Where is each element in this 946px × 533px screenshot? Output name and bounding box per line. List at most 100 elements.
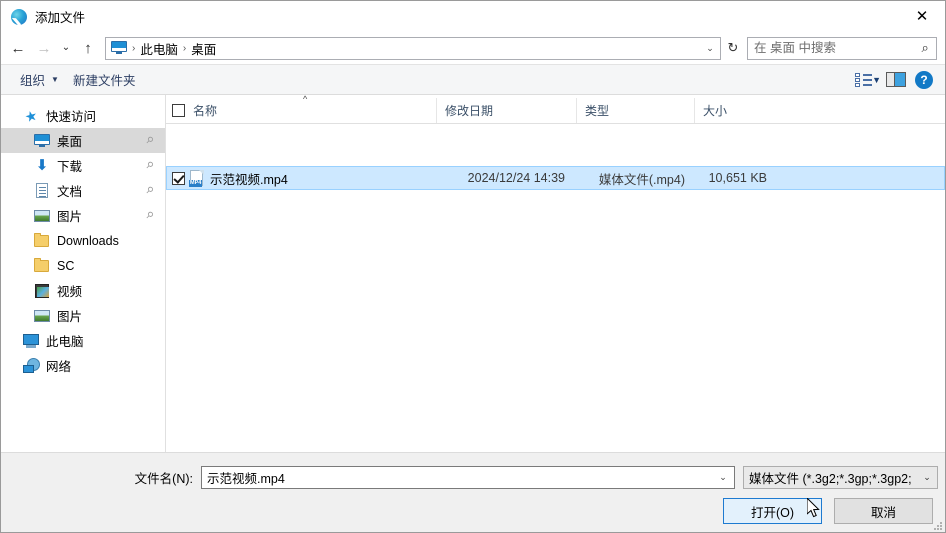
title-bar: 添加文件 ✕ [1, 1, 945, 32]
chevron-down-icon: ⌄ [923, 472, 931, 482]
network-icon [23, 357, 40, 374]
close-icon[interactable]: ✕ [899, 1, 945, 31]
sidebar-item-label: Downloads [57, 233, 119, 248]
help-icon: ? [915, 70, 933, 89]
change-view-button[interactable]: ▼ [855, 69, 881, 91]
command-toolbar: 组织 ▼ 新建文件夹 ▼ ? [1, 64, 945, 95]
organize-button[interactable]: 组织 ▼ [13, 67, 66, 92]
open-button[interactable]: 打开(O) [723, 498, 822, 524]
column-header-type[interactable]: 类型 [576, 98, 694, 123]
sidebar-item-label: 快速访问 [46, 110, 97, 124]
refresh-icon[interactable]: ↻ [721, 37, 745, 60]
up-button[interactable]: ↑ [75, 35, 101, 61]
toolbar-right-group: ▼ ? [855, 69, 937, 91]
file-type-filter-select[interactable]: 媒体文件 (*.3g2;*.3gp;*.3gp2; ⌄ [743, 466, 938, 489]
file-pane: 名称 修改日期 类型 大小 ^ MP4 示范视频.mp4 2024/12/24 14… [166, 95, 945, 452]
navigation-bar: ← → ⌄ ↑ › 此电脑 › 桌面 ⌄ ↻ ⌕ [1, 32, 945, 64]
sidebar-item-1[interactable]: 桌面 ⚲ [1, 128, 165, 153]
sidebar-item-0[interactable]: ★ 快速访问 [1, 103, 165, 128]
file-type-tag: MP4 [189, 179, 203, 187]
chevron-down-icon[interactable]: ⌄ [700, 38, 720, 59]
sidebar-item-6[interactable]: SC [1, 253, 165, 278]
swirl-icon [11, 8, 27, 25]
column-header-size[interactable]: 大小 [694, 98, 774, 123]
cancel-button[interactable]: 取消 [834, 498, 933, 524]
pin-icon[interactable]: ⚲ [143, 209, 156, 221]
file-list: MP4 示范视频.mp4 2024/12/24 14:39 媒体文件(.mp4) 10,… [166, 124, 945, 452]
sidebar-item-9[interactable]: 此电脑 [1, 328, 165, 353]
sidebar-item-5[interactable]: Downloads [1, 228, 165, 253]
back-button[interactable]: ← [5, 35, 31, 61]
pin-icon[interactable]: ⚲ [143, 184, 156, 196]
search-icon[interactable]: ⌕ [914, 40, 936, 56]
sidebar-item-2[interactable]: ⬇ 下载 ⚲ [1, 153, 165, 178]
file-open-dialog: 添加文件 ✕ ← → ⌄ ↑ › 此电脑 › 桌面 ⌄ ↻ ⌕ 组织 ▼ 新建文… [0, 0, 946, 533]
new-folder-button[interactable]: 新建文件夹 [66, 67, 143, 92]
sidebar-item-label: 网络 [46, 360, 72, 374]
pin-icon[interactable]: ⚲ [143, 159, 156, 171]
sidebar-item-label: 视频 [57, 285, 83, 299]
sidebar-item-label: 文档 [57, 185, 83, 199]
sort-ascending-icon: ^ [303, 94, 308, 104]
chevron-down-icon: ▼ [872, 74, 881, 85]
forward-button: → [36, 39, 52, 57]
column-header-name[interactable]: 名称 [166, 98, 436, 123]
video-icon [34, 283, 50, 299]
sidebar-item-3[interactable]: 文档 ⚲ [1, 178, 165, 203]
folder-icon [34, 257, 50, 274]
mp4-file-icon: MP4 [189, 169, 205, 187]
chevron-down-icon: ▼ [51, 75, 59, 84]
address-bar[interactable]: › 此电脑 › 桌面 ⌄ [105, 36, 721, 60]
monitor-icon [34, 133, 50, 149]
breadcrumb-separator-0: › [132, 42, 136, 54]
window-title: 添加文件 [35, 11, 86, 25]
dialog-button-row: 打开(O) 取消 [723, 498, 933, 524]
view-layout-icon [855, 73, 872, 87]
monitor-icon [111, 41, 127, 55]
dialog-body: ★ 快速访问 桌面 ⚲ ⬇ 下载 ⚲ 文档 ⚲ 图片 ⚲ Downloads SC 视频 图片 此电脑 网络 名… [1, 95, 945, 452]
sidebar-item-label: 图片 [57, 210, 83, 224]
filename-field[interactable]: ⌄ [201, 466, 735, 489]
file-type-filter-value: 媒体文件 (*.3g2;*.3gp;*.3gp2; [749, 472, 912, 486]
organize-label: 组织 [20, 74, 46, 88]
sidebar-item-label: SC [57, 258, 75, 273]
sidebar-item-8[interactable]: 图片 [1, 303, 165, 328]
sidebar-item-label: 此电脑 [46, 335, 84, 349]
file-type-cell: 媒体文件(.mp4) [598, 172, 685, 187]
column-header-row: 名称 修改日期 类型 大小 ^ [166, 95, 945, 124]
breadcrumb-separator-1: › [182, 42, 187, 54]
preview-pane-button[interactable] [883, 69, 909, 91]
help-button[interactable]: ? [911, 69, 937, 91]
recent-locations-button[interactable]: ⌄ [57, 35, 75, 61]
resize-grip[interactable] [932, 520, 942, 530]
breadcrumb-item-this-pc[interactable]: 此电脑 [137, 39, 181, 58]
picture-icon [34, 308, 50, 324]
row-checkbox[interactable] [172, 171, 185, 185]
table-row[interactable]: MP4 示范视频.mp4 2024/12/24 14:39 媒体文件(.mp4) 10,… [166, 166, 945, 190]
download-icon: ⬇ [35, 156, 49, 174]
folder-icon [34, 232, 50, 249]
filename-label: 文件名(N): [134, 472, 193, 486]
sidebar-item-7[interactable]: 视频 [1, 278, 165, 303]
preview-pane-icon [886, 72, 906, 87]
dialog-footer: 文件名(N): ⌄ 媒体文件 (*.3g2;*.3gp;*.3gp2; ⌄ 打开… [1, 452, 945, 532]
file-modified-cell: 2024/12/24 14:39 [467, 171, 565, 185]
file-size-cell: 10,651 KB [708, 171, 767, 185]
this-pc-icon [23, 333, 39, 349]
column-header-modified[interactable]: 修改日期 [436, 98, 576, 123]
select-all-checkbox[interactable] [172, 104, 185, 117]
navigation-sidebar: ★ 快速访问 桌面 ⚲ ⬇ 下载 ⚲ 文档 ⚲ 图片 ⚲ Downloads SC 视频 图片 此电脑 网络 [1, 95, 166, 452]
search-input[interactable] [748, 40, 915, 56]
sidebar-item-label: 图片 [57, 310, 83, 324]
search-box[interactable]: ⌕ [747, 36, 937, 60]
sidebar-item-label: 桌面 [57, 135, 83, 149]
file-name-cell: MP4 示范视频.mp4 [167, 169, 437, 188]
document-icon [34, 182, 50, 199]
sidebar-item-4[interactable]: 图片 ⚲ [1, 203, 165, 228]
filename-input[interactable] [202, 469, 712, 486]
pin-icon[interactable]: ⚲ [143, 134, 156, 146]
filename-row: 文件名(N): ⌄ 媒体文件 (*.3g2;*.3gp;*.3gp2; ⌄ [1, 466, 945, 489]
chevron-down-icon[interactable]: ⌄ [712, 472, 734, 483]
breadcrumb-item-desktop[interactable]: 桌面 [188, 39, 219, 58]
sidebar-item-10[interactable]: 网络 [1, 353, 165, 378]
